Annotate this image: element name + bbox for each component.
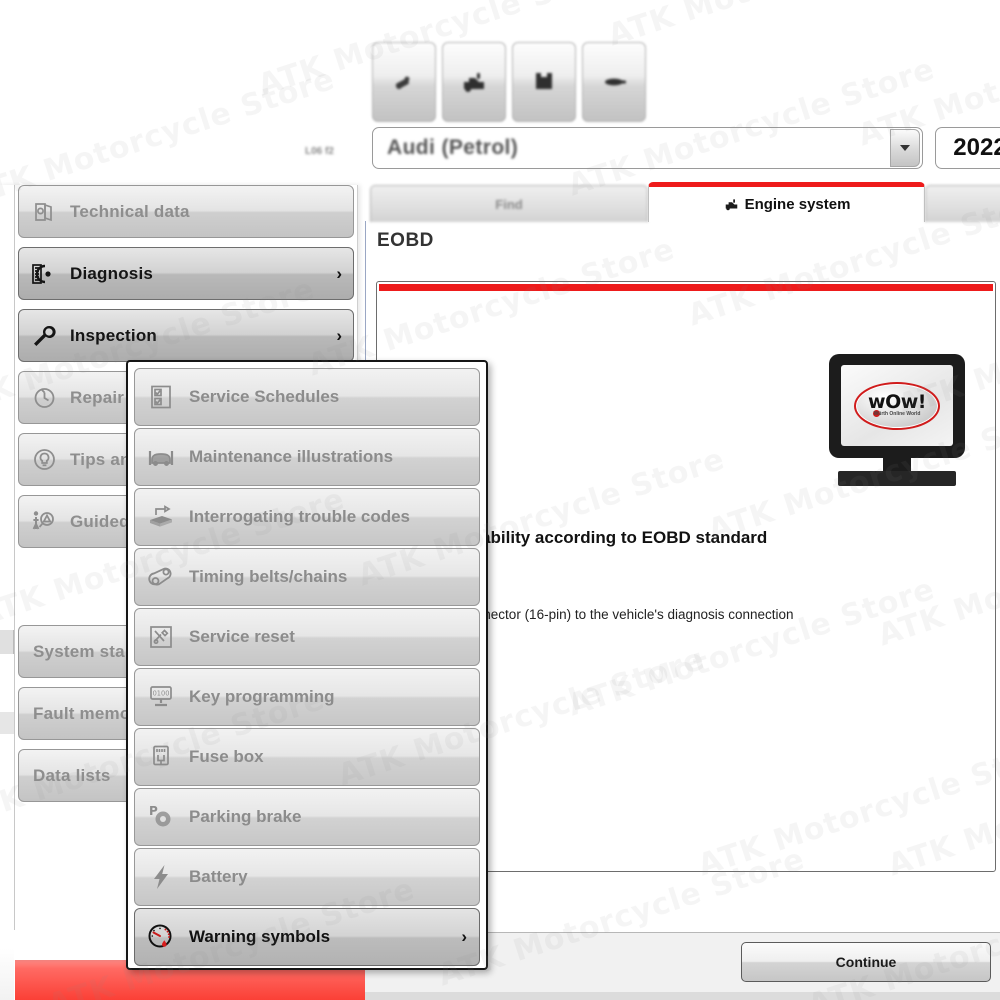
parking-brake-icon: P [145, 801, 177, 833]
tab-engine-system-label: Engine system [744, 196, 851, 213]
gutter-handle-secondary[interactable] [0, 712, 14, 734]
tab-bar: Find Engine system [365, 182, 1000, 222]
continue-button[interactable]: Continue [741, 942, 991, 982]
sidebar-item-label: Inspection [70, 325, 158, 345]
submenu-item-fuse-box[interactable]: Fuse box [134, 728, 480, 786]
submenu-item-battery[interactable]: Battery [134, 848, 480, 906]
lightbulb-icon [29, 445, 59, 475]
submenu-item-interrogating-trouble-codes[interactable]: Interrogating trouble codes [134, 488, 480, 546]
sidebar-item-label: System sta [33, 641, 125, 661]
submenu-item-label: Timing belts/chains [189, 567, 348, 586]
vehicle-scan-button[interactable] [372, 42, 436, 122]
car-front-icon [145, 441, 177, 473]
diagnosis-icon [29, 259, 59, 289]
wrench-icon [29, 321, 59, 351]
engine-button[interactable] [442, 42, 506, 122]
sidebar-item-label: Guided [70, 511, 130, 531]
gutter-handle[interactable] [0, 630, 14, 654]
submenu-item-label: Fuse box [189, 747, 264, 766]
clock-icon [29, 383, 59, 413]
wow-logo: wOw! Würth Online World [854, 381, 940, 430]
top-toolbar-area: Audi (Petrol) 2022 [365, 0, 1000, 182]
monitor-frame: wOw! Würth Online World [829, 354, 965, 458]
monitor-neck [883, 456, 911, 472]
wow-monitor-graphic: wOw! Würth Online World [827, 354, 967, 494]
scan-tool-icon [145, 501, 177, 533]
chevron-right-icon: › [336, 325, 342, 345]
sidebar-item-diagnosis[interactable]: Diagnosis › [18, 247, 354, 300]
year-field[interactable]: 2022 [935, 127, 1000, 169]
engine-icon [460, 69, 488, 95]
submenu-item-parking-brake[interactable]: P Parking brake [134, 788, 480, 846]
left-edge-strip [0, 948, 14, 1000]
submenu-item-label: Service reset [189, 627, 295, 646]
checklist-icon [145, 381, 177, 413]
left-gutter-divider [14, 185, 15, 930]
vehicle-select-value: Audi (Petrol) [387, 136, 519, 159]
key-programming-icon: 0100 [145, 681, 177, 713]
submenu-item-label: Warning symbols [189, 927, 331, 946]
submenu-item-label: Maintenance illustrations [189, 447, 394, 466]
app-window: Audi (Petrol) 2022 L06 f2 Find Engine sy… [0, 0, 1000, 1000]
connector-icon [600, 73, 628, 91]
footer-strip [365, 992, 1000, 1000]
submenu-item-label: Key programming [189, 687, 335, 706]
inspection-submenu: Service Schedules Maintenance illustrati… [126, 360, 488, 970]
sidebar-item-label: Fault memo [33, 703, 131, 723]
transmission-button[interactable] [512, 42, 576, 122]
left-gutter [0, 185, 15, 1000]
engine-icon [723, 197, 740, 212]
toolbar-micro-label: L06 f2 [305, 146, 334, 157]
submenu-item-service-reset[interactable]: Service reset [134, 608, 480, 666]
timing-belt-icon [145, 561, 177, 593]
panel-accent-bar [379, 284, 993, 291]
guided-person-icon [29, 507, 59, 537]
sidebar-item-inspection[interactable]: Inspection › [18, 309, 354, 362]
monitor-screen: wOw! Würth Online World [841, 365, 953, 446]
transmission-icon [533, 69, 555, 95]
submenu-item-maintenance-illustrations[interactable]: Maintenance illustrations [134, 428, 480, 486]
sidebar-item-label: Data lists [33, 765, 111, 785]
tab-find-label: Find [495, 196, 523, 212]
submenu-item-key-programming[interactable]: 0100 Key programming [134, 668, 480, 726]
sidebar-item-label: Technical data [70, 201, 190, 221]
submenu-item-warning-symbols[interactable]: Warning symbols › [134, 908, 480, 966]
submenu-item-service-schedules[interactable]: Service Schedules [134, 368, 480, 426]
svg-text:0100: 0100 [153, 690, 170, 698]
sidebar-item-label: Tips an [70, 449, 131, 469]
tab-extra[interactable] [925, 185, 1000, 222]
gauge-warning-icon [145, 921, 177, 953]
submenu-item-label: Service Schedules [189, 387, 340, 406]
tab-find[interactable]: Find [370, 185, 648, 222]
wow-logo-text: wOw! [868, 390, 926, 413]
sidebar-item-technical-data[interactable]: Technical data [18, 185, 354, 238]
vehicle-select[interactable]: Audi (Petrol) [372, 127, 923, 169]
vehicle-scan-icon [391, 69, 417, 95]
wow-logo-tagline: Würth Online World [873, 410, 921, 417]
tools-icon [145, 621, 177, 653]
submenu-item-label: Parking brake [189, 807, 302, 826]
toolbar-button-row [372, 42, 646, 122]
page-title: EOBD [377, 230, 434, 251]
tab-engine-system[interactable]: Engine system [648, 182, 925, 222]
submenu-item-label: Battery [189, 867, 248, 886]
submenu-item-label: Interrogating trouble codes [189, 507, 411, 526]
submenu-item-timing-belts-chains[interactable]: Timing belts/chains [134, 548, 480, 606]
book-data-icon [29, 197, 59, 227]
fuse-box-icon [145, 741, 177, 773]
connector-button[interactable] [582, 42, 646, 122]
battery-bolt-icon [145, 861, 177, 893]
monitor-base [838, 471, 956, 486]
chevron-right-icon: › [461, 927, 467, 946]
sidebar-item-label: Diagnosis [70, 263, 154, 283]
chevron-down-icon[interactable] [890, 129, 920, 167]
chevron-right-icon: › [336, 263, 342, 283]
